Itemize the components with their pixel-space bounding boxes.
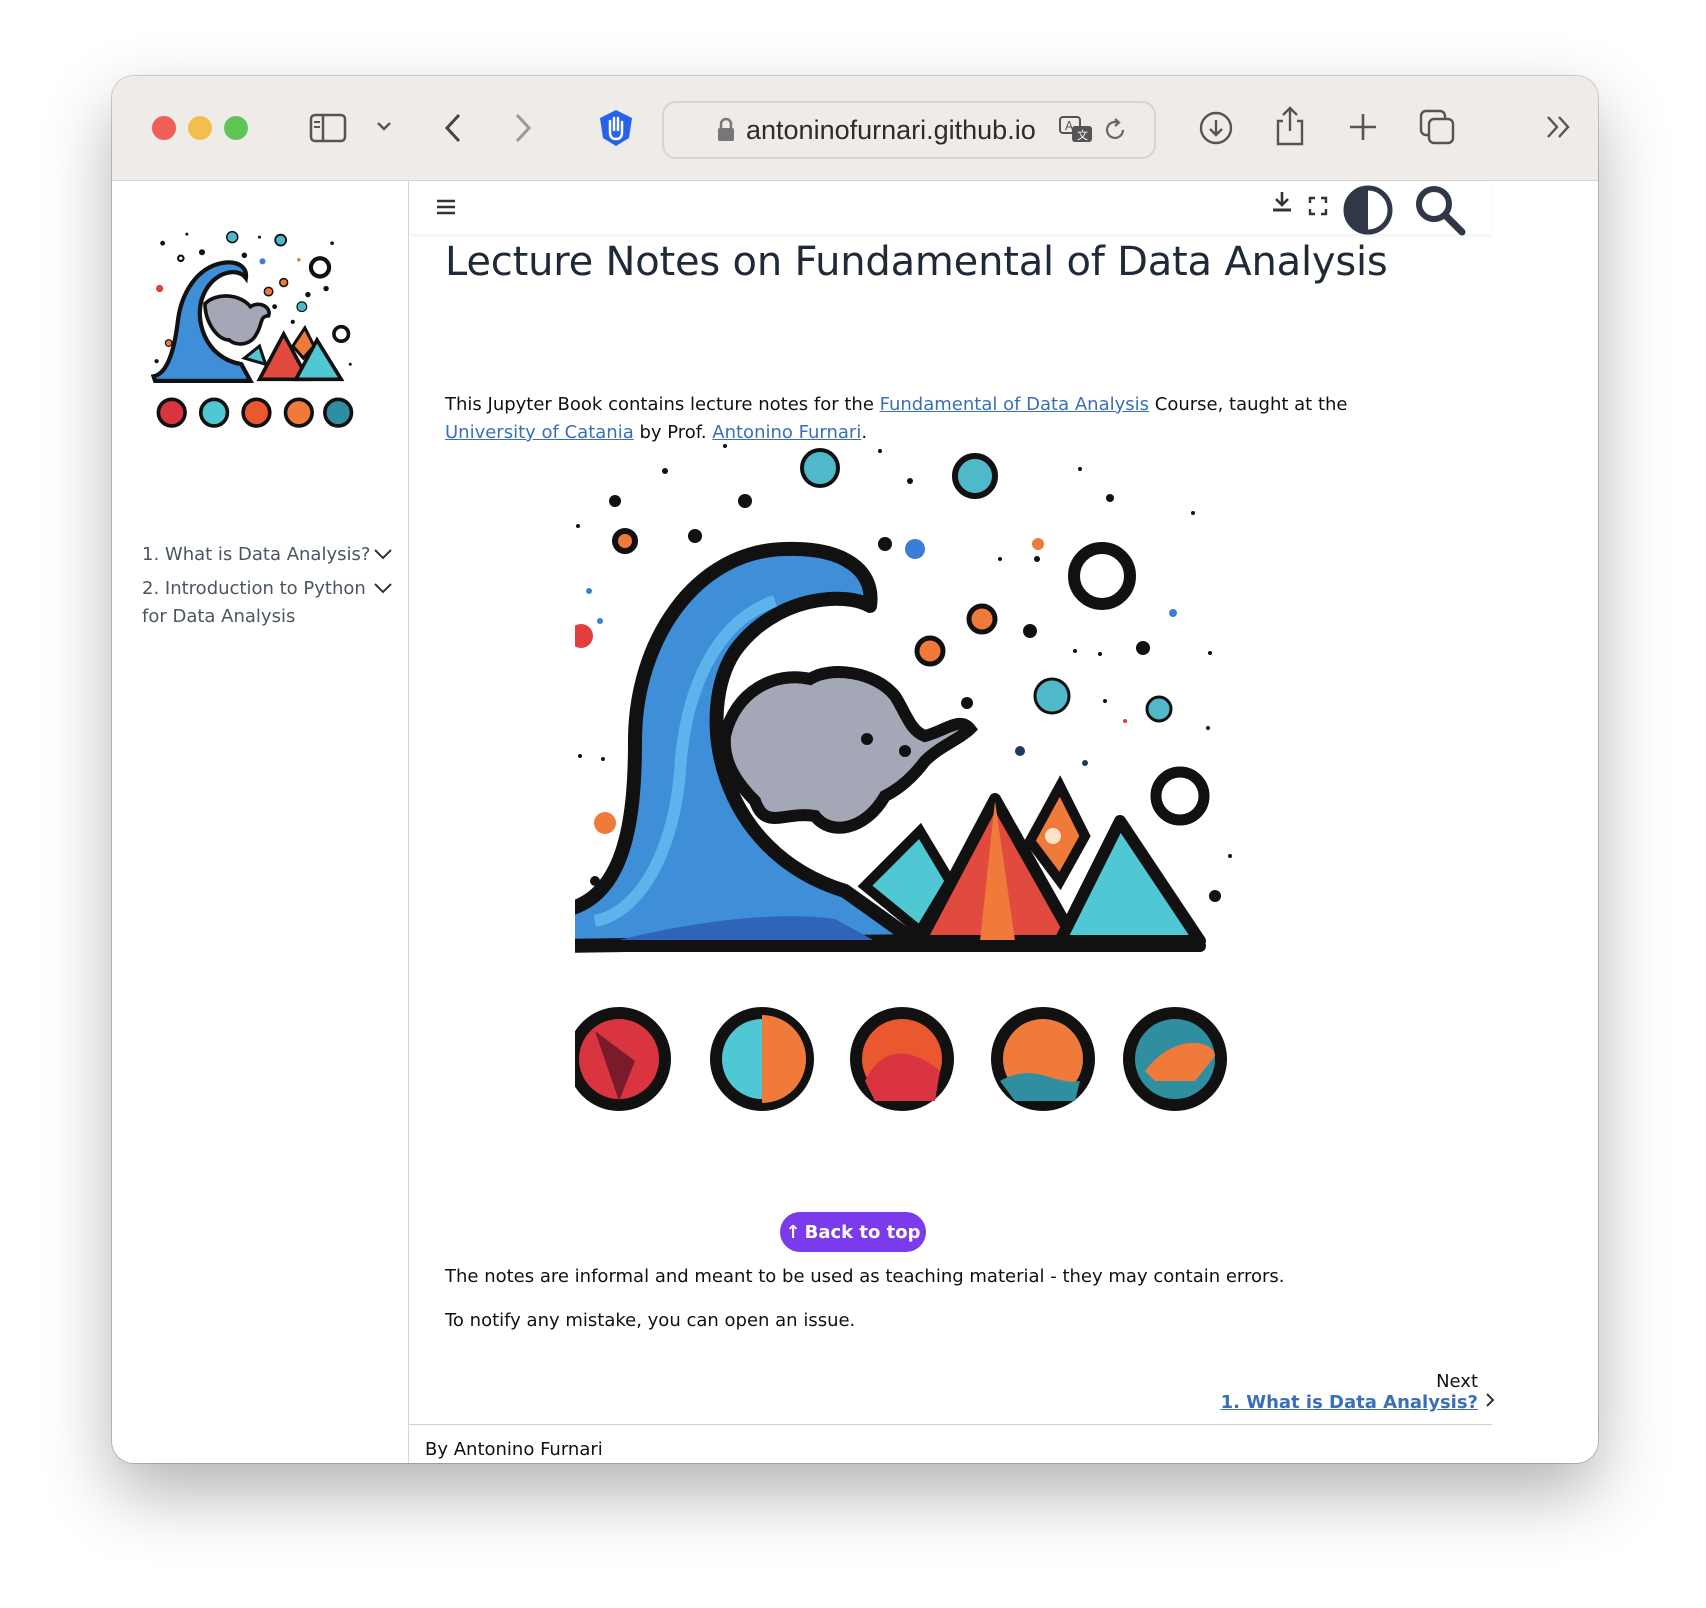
theme-toggle-icon[interactable]: [1341, 183, 1395, 237]
browser-window: antoninofurnari.github.io A文 1. What is …: [112, 76, 1598, 1463]
reload-icon[interactable]: [1102, 117, 1128, 143]
note-paragraph-2: To notify any mistake, you can open an i…: [445, 1310, 856, 1331]
download-icon[interactable]: [1198, 110, 1234, 146]
next-label: Next: [1436, 1371, 1478, 1392]
intro-text: by Prof.: [633, 422, 713, 443]
chevron-down-icon[interactable]: [374, 116, 394, 136]
sidebar-item-what-is-data-analysis[interactable]: 1. What is Data Analysis?: [142, 541, 392, 569]
chevron-down-icon[interactable]: [372, 543, 394, 565]
back-icon[interactable]: [440, 108, 466, 148]
sidebar: 1. What is Data Analysis? 2. Introductio…: [112, 181, 409, 1463]
back-to-top-label: Back to top: [804, 1221, 921, 1243]
more-icon[interactable]: [1544, 112, 1574, 142]
sidebar-item-introduction-to-python[interactable]: 2. Introduction to Python for Data Analy…: [142, 575, 392, 631]
address-bar[interactable]: antoninofurnari.github.io A文: [662, 101, 1156, 159]
next-page-nav[interactable]: Next 1. What is Data Analysis?: [1221, 1371, 1478, 1413]
article-header: [409, 181, 1492, 237]
new-tab-icon[interactable]: [1346, 110, 1380, 144]
menu-icon[interactable]: [435, 197, 457, 217]
search-icon[interactable]: [1411, 181, 1469, 239]
footer-divider: [409, 1424, 1492, 1425]
main-content: Lecture Notes on Fundamental of Data Ana…: [409, 181, 1598, 1463]
tab-overview-icon[interactable]: [1418, 108, 1456, 146]
university-link[interactable]: University of Catania: [445, 422, 634, 443]
sidebar-item-label: 2. Introduction to Python for Data Analy…: [142, 578, 366, 627]
hero-illustration: [549, 441, 1305, 1201]
intro-text: This Jupyter Book contains lecture notes…: [445, 394, 880, 415]
arrow-up-icon: ↑: [785, 1221, 801, 1243]
forward-icon[interactable]: [510, 108, 536, 148]
intro-paragraph: This Jupyter Book contains lecture notes…: [445, 391, 1435, 447]
download-icon[interactable]: [1269, 189, 1295, 215]
url-text: antoninofurnari.github.io: [746, 114, 1036, 145]
next-page-link[interactable]: 1. What is Data Analysis?: [1221, 1392, 1478, 1413]
hand-shield-icon[interactable]: [596, 108, 636, 148]
note-paragraph-1: The notes are informal and meant to be u…: [445, 1266, 1285, 1287]
intro-text: .: [861, 422, 868, 443]
author-link[interactable]: Antonino Furnari: [712, 422, 861, 443]
site-logo[interactable]: [148, 225, 374, 455]
back-to-top-button[interactable]: ↑ Back to top: [780, 1212, 926, 1252]
course-link[interactable]: Fundamental of Data Analysis: [880, 394, 1149, 415]
lock-icon: [716, 117, 736, 143]
minimize-window-button[interactable]: [188, 116, 212, 140]
chevron-down-icon[interactable]: [372, 577, 394, 599]
sidebar-icon[interactable]: [308, 110, 348, 146]
footer-author: By Antonino Furnari: [425, 1439, 603, 1460]
browser-toolbar: antoninofurnari.github.io A文: [112, 76, 1598, 181]
share-icon[interactable]: [1272, 104, 1308, 148]
chevron-right-icon[interactable]: [1484, 1391, 1498, 1411]
zoom-window-button[interactable]: [224, 116, 248, 140]
close-window-button[interactable]: [152, 116, 176, 140]
svg-text:文: 文: [1077, 128, 1088, 142]
translate-icon[interactable]: A文: [1058, 115, 1094, 145]
sidebar-item-label: 1. What is Data Analysis?: [142, 544, 371, 565]
fullscreen-icon[interactable]: [1307, 195, 1329, 217]
intro-text: Course, taught at the: [1149, 394, 1348, 415]
page-title: Lecture Notes on Fundamental of Data Ana…: [445, 239, 1388, 285]
